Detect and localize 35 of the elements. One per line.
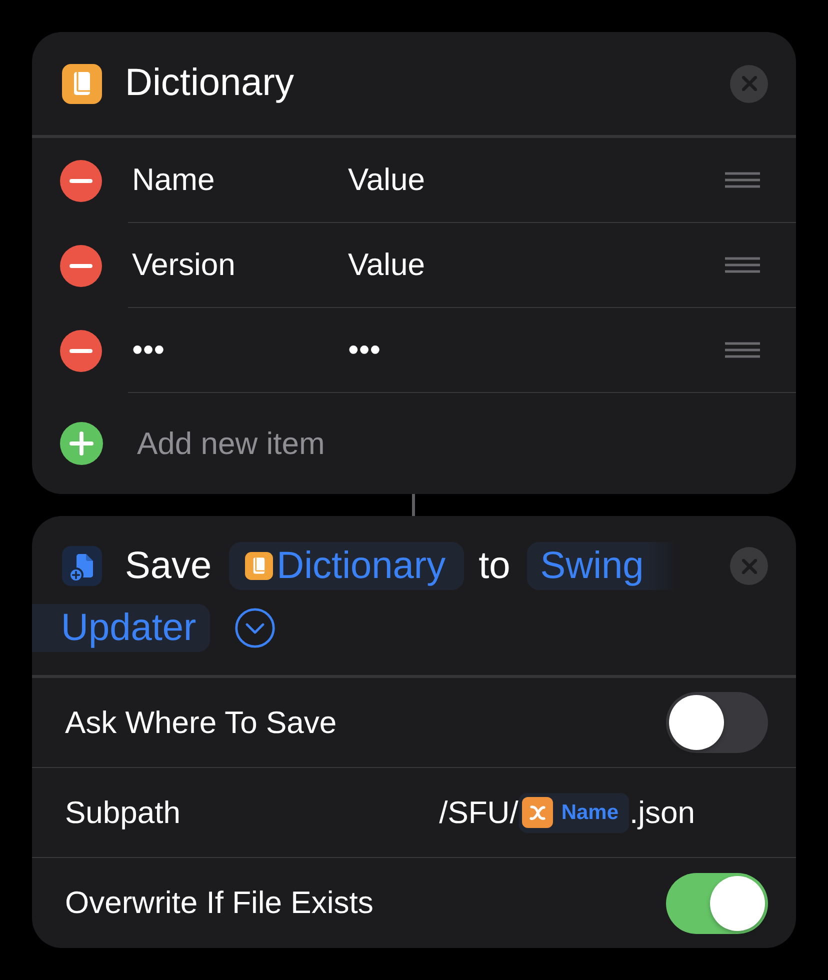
- plus-icon: [60, 422, 103, 465]
- drag-handle-icon[interactable]: [725, 342, 760, 358]
- option-label: Ask Where To Save: [65, 704, 337, 740]
- subpath-field[interactable]: /SFU/ Name .json: [439, 792, 695, 832]
- option-label: Subpath: [65, 794, 180, 830]
- value-field[interactable]: •••: [348, 332, 381, 368]
- add-item-button[interactable]: Add new item: [60, 422, 325, 465]
- action-text: Save: [125, 544, 212, 588]
- destination-token[interactable]: Swing: [527, 542, 674, 590]
- drag-handle-icon[interactable]: [725, 172, 760, 188]
- close-icon: [742, 558, 756, 574]
- input-token[interactable]: Dictionary: [228, 542, 464, 590]
- close-icon: [742, 76, 756, 91]
- key-field[interactable]: Version: [132, 247, 236, 283]
- destination-token[interactable]: Updater: [32, 604, 210, 652]
- minus-icon[interactable]: [60, 330, 102, 372]
- connector-line: [412, 494, 415, 516]
- variable-token[interactable]: Name: [519, 792, 629, 832]
- key-field[interactable]: Name: [132, 162, 215, 198]
- variable-icon: [522, 797, 554, 828]
- document-plus-icon: [62, 546, 102, 586]
- path-text: .json: [630, 794, 695, 830]
- minus-icon[interactable]: [60, 160, 102, 202]
- value-field[interactable]: Value: [348, 162, 425, 198]
- option-label: Overwrite If File Exists: [65, 885, 374, 921]
- book-icon: [244, 552, 273, 580]
- chevron-down-icon[interactable]: [235, 608, 276, 648]
- path-text: /SFU/: [439, 794, 518, 830]
- drag-handle-icon[interactable]: [725, 257, 760, 273]
- value-field[interactable]: Value: [348, 247, 425, 283]
- action-text: to: [478, 544, 510, 588]
- key-field[interactable]: •••: [132, 332, 165, 368]
- minus-icon[interactable]: [60, 244, 102, 286]
- book-icon: [62, 64, 102, 104]
- action-title: Dictionary: [125, 62, 294, 105]
